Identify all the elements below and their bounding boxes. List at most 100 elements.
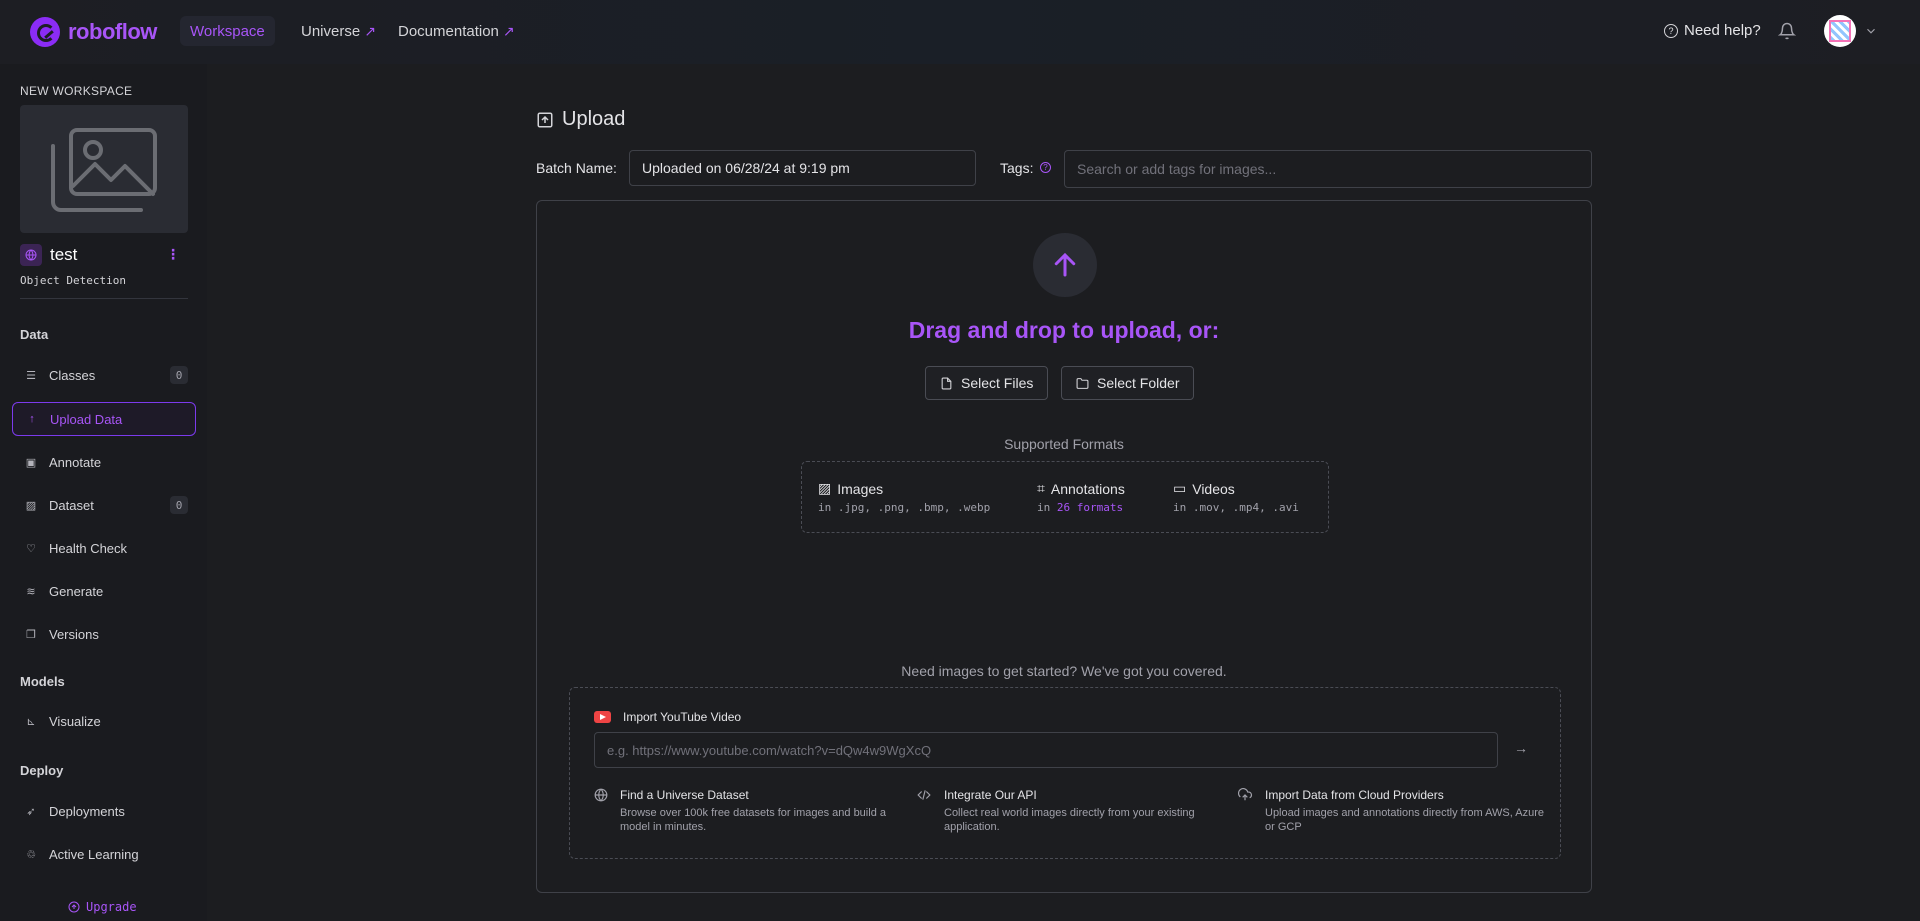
- sidebar-item-label: Versions: [49, 626, 99, 642]
- sidebar-item-annotate[interactable]: ▣ Annotate: [12, 445, 196, 479]
- section-models-heading: Models: [20, 674, 65, 689]
- sidebar-item-label: Health Check: [49, 540, 128, 556]
- classes-count: 0: [170, 366, 188, 384]
- folder-icon: [1076, 377, 1089, 389]
- tags-label: Tags:: [1000, 160, 1034, 176]
- more-options-icon[interactable]: ⋮: [166, 246, 180, 263]
- section-data-heading: Data: [20, 327, 49, 342]
- format-detail: in .jpg, .png, .bmp, .webp: [818, 501, 991, 514]
- annotate-icon: ▣: [25, 456, 37, 469]
- format-detail: in .mov, .mp4, .avi: [1173, 501, 1299, 514]
- nav-documentation[interactable]: Documentation ↗: [398, 18, 515, 44]
- option-desc: Collect real world images directly from …: [944, 807, 1195, 833]
- option-title: Integrate Our API: [944, 788, 1037, 802]
- external-link-icon: ↗: [502, 22, 515, 39]
- upgrade-label: Upgrade: [86, 900, 137, 914]
- page-title-text: Upload: [562, 108, 626, 130]
- brand-name: roboflow: [68, 19, 157, 44]
- format-detail: in 26 formats: [1037, 501, 1124, 514]
- option-universe-dataset[interactable]: Find a Universe Dataset Browse over 100k…: [594, 788, 904, 834]
- nav-documentation-label: Documentation: [398, 22, 499, 40]
- sidebar-item-upload-data[interactable]: ↑ Upload Data: [12, 402, 196, 436]
- file-icon: [941, 377, 952, 389]
- format-name: Annotations: [1050, 480, 1125, 497]
- select-folder-button[interactable]: Select Folder: [1061, 366, 1195, 400]
- chevron-down-icon[interactable]: [1864, 24, 1878, 41]
- format-images: ▨ Images in .jpg, .png, .bmp, .webp: [818, 480, 990, 514]
- nav-workspace[interactable]: Workspace: [180, 16, 275, 46]
- option-cloud-providers[interactable]: Import Data from Cloud Providers Upload …: [1237, 788, 1547, 834]
- image-icon: ▨: [25, 499, 37, 512]
- sidebar-item-label: Active Learning: [49, 846, 139, 862]
- format-name: Videos: [1192, 480, 1235, 497]
- heart-icon: ♡: [26, 542, 36, 555]
- supported-formats-heading: Supported Formats: [1004, 436, 1124, 452]
- divider: [20, 298, 188, 299]
- workspace-label: NEW WORKSPACE: [20, 84, 133, 98]
- format-annotations: ⌗ Annotations in 26 formats: [1037, 480, 1125, 514]
- external-link-icon: ↗: [364, 22, 376, 39]
- tags-help-icon[interactable]: ?: [1040, 162, 1051, 173]
- option-desc: Upload images and annotations directly f…: [1265, 807, 1545, 833]
- upgrade-button[interactable]: Upgrade: [68, 900, 137, 914]
- sidebar-item-label: Dataset: [49, 497, 94, 513]
- rocket-icon: ➶: [26, 805, 36, 818]
- arrow-right-icon[interactable]: →: [1514, 740, 1528, 756]
- bounding-box-icon: ⌗: [1037, 480, 1045, 496]
- sidebar: NEW WORKSPACE test ⋮ Object Detection Da…: [0, 64, 207, 921]
- page-title: Upload: [536, 108, 625, 131]
- sidebar-item-label: Annotate: [49, 454, 102, 470]
- roboflow-logo[interactable]: roboflow: [30, 17, 157, 47]
- section-deploy-heading: Deploy: [20, 763, 64, 778]
- upload-arrow-icon: [1033, 233, 1097, 297]
- select-files-button[interactable]: Select Files: [925, 366, 1049, 400]
- layers-icon: ≋: [26, 585, 36, 598]
- video-icon: ▭: [1173, 480, 1187, 496]
- nav-universe[interactable]: Universe ↗: [301, 18, 376, 44]
- project-thumbnail[interactable]: [20, 105, 188, 233]
- youtube-url-input[interactable]: [594, 732, 1498, 768]
- option-title: Find a Universe Dataset: [620, 788, 749, 802]
- option-desc: Browse over 100k free datasets for image…: [620, 807, 886, 833]
- sidebar-item-health-check[interactable]: ♡ Health Check: [12, 531, 196, 565]
- dropzone-title: Drag and drop to upload, or:: [908, 317, 1220, 343]
- option-title: Import Data from Cloud Providers: [1265, 788, 1444, 802]
- option-integrate-api[interactable]: Integrate Our API Collect real world ima…: [916, 788, 1226, 834]
- select-files-label: Select Files: [961, 375, 1034, 391]
- project-header[interactable]: test ⋮: [20, 244, 188, 266]
- nav-workspace-label: Workspace: [190, 22, 265, 40]
- bell-icon[interactable]: [1777, 22, 1797, 43]
- sidebar-item-active-learning[interactable]: ♲ Active Learning: [12, 837, 196, 871]
- sidebar-item-dataset[interactable]: ▨ Dataset 0: [12, 488, 196, 522]
- sidebar-item-label: Upload Data: [50, 411, 123, 427]
- formats-link[interactable]: 26 formats: [1057, 501, 1123, 514]
- sidebar-item-visualize[interactable]: ⊾ Visualize: [12, 704, 196, 738]
- format-videos: ▭ Videos in .mov, .mp4, .avi: [1173, 480, 1299, 514]
- chart-icon: ⊾: [26, 715, 36, 728]
- select-folder-label: Select Folder: [1097, 375, 1180, 391]
- upload-box-icon: [537, 112, 553, 127]
- sidebar-item-deployments[interactable]: ➶ Deployments: [12, 794, 196, 828]
- globe-icon: [594, 788, 608, 834]
- sidebar-item-label: Generate: [49, 583, 104, 599]
- youtube-import-header: Import YouTube Video: [594, 710, 741, 724]
- sidebar-item-generate[interactable]: ≋ Generate: [12, 574, 196, 608]
- globe-icon: [20, 244, 42, 266]
- batch-name-input[interactable]: [629, 150, 976, 186]
- import-options-box: Import YouTube Video → Find a Universe D…: [569, 687, 1561, 859]
- batch-name-label: Batch Name:: [536, 160, 617, 176]
- versions-icon: ❐: [26, 628, 36, 641]
- youtube-icon: [594, 711, 611, 723]
- tags-input[interactable]: [1064, 150, 1592, 188]
- dataset-count: 0: [170, 496, 188, 514]
- image-placeholder-icon: [51, 128, 157, 212]
- arrow-up-circle-icon: [68, 901, 80, 913]
- project-name: test: [50, 245, 78, 264]
- upload-dropzone[interactable]: Drag and drop to upload, or: Select File…: [536, 200, 1592, 893]
- sidebar-item-classes[interactable]: ☰ Classes 0: [12, 358, 196, 392]
- list-icon: ☰: [26, 369, 36, 382]
- user-avatar[interactable]: [1824, 15, 1856, 47]
- sidebar-item-versions[interactable]: ❐ Versions: [12, 617, 196, 651]
- cloud-upload-icon: [1237, 788, 1253, 834]
- need-help-button[interactable]: ? Need help?: [1664, 22, 1761, 39]
